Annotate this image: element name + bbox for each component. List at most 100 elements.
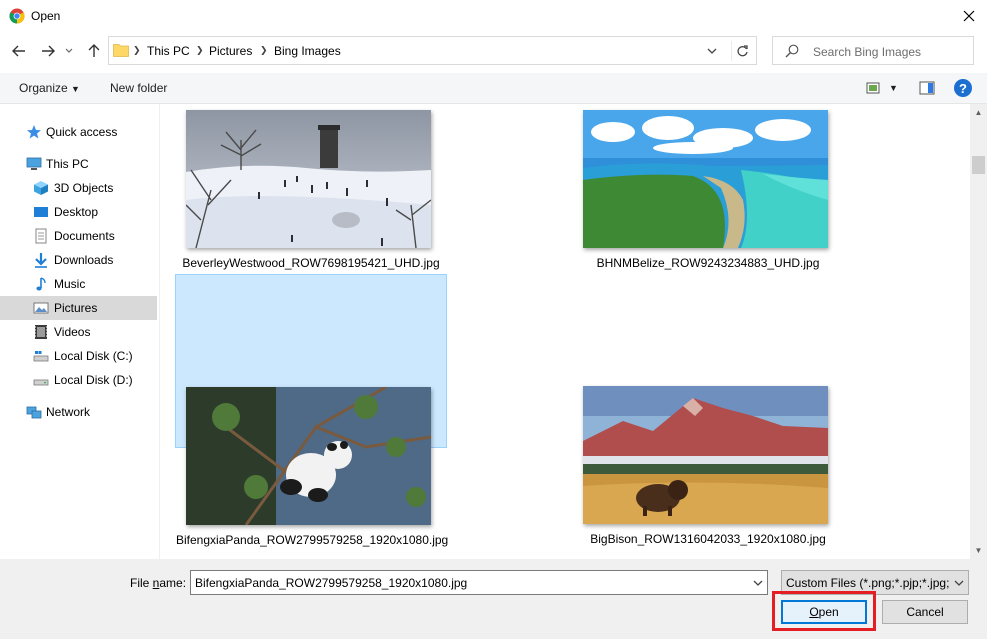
dialog-footer: File name: BifengxiaPanda_ROW2799579258_… (0, 559, 987, 639)
sidebar-item-label: Local Disk (C:) (54, 349, 133, 363)
pictures-icon (33, 302, 49, 314)
file-name: BifengxiaPanda_ROW2799579258_1920x1080.j… (176, 533, 449, 547)
sidebar-item-quick-access[interactable]: Quick access (0, 120, 157, 144)
file-name: BeverleyWestwood_ROW7698195421_UHD.jpg (182, 256, 440, 270)
file-thumbnail (583, 386, 828, 524)
chrome-logo-icon (9, 8, 25, 24)
chevron-down-icon (707, 48, 717, 54)
cancel-button[interactable]: Cancel (882, 600, 968, 624)
command-toolbar: Organize ▼ New folder ▼ ? (0, 73, 987, 104)
arrow-up-icon (88, 44, 100, 57)
title-bar: Open (0, 0, 987, 32)
up-button[interactable] (84, 41, 104, 61)
star-icon (27, 125, 41, 139)
sidebar-item-label: Documents (54, 229, 115, 243)
search-placeholder: Search Bing Images (813, 45, 922, 59)
arrow-right-icon (42, 45, 55, 57)
file-name-dropdown-button[interactable] (749, 571, 767, 594)
file-list: BeverleyWestwood_ROW7698195421_UHD.jpg B… (161, 104, 970, 559)
sidebar-item-3d-objects[interactable]: 3D Objects (0, 176, 157, 200)
breadcrumb-bing-images[interactable]: Bing Images (274, 44, 341, 58)
address-history-button[interactable] (703, 43, 721, 59)
file-name-label: File name: (130, 576, 187, 590)
file-item-selected[interactable]: BifengxiaPanda_ROW2799579258_1920x1080.j… (175, 274, 448, 547)
file-name: BigBison_ROW1316042033_1920x1080.jpg (590, 532, 826, 546)
file-name-input[interactable]: BifengxiaPanda_ROW2799579258_1920x1080.j… (190, 570, 768, 595)
file-item[interactable]: BigBison_ROW1316042033_1920x1080.jpg (573, 274, 845, 546)
vertical-scrollbar[interactable]: ▲ ▼ (970, 104, 987, 559)
cube-icon (34, 181, 48, 195)
chevron-down-icon (954, 580, 964, 586)
file-thumbnail (186, 110, 431, 248)
file-type-value: Custom Files (*.png;*.pjp;*.jpg; (786, 576, 950, 590)
organize-button[interactable]: Organize ▼ (19, 81, 80, 95)
sidebar-item-local-disk-d[interactable]: Local Disk (D:) (0, 368, 157, 392)
sidebar-item-pictures[interactable]: Pictures (0, 296, 157, 320)
sidebar-item-network[interactable]: Network (0, 400, 157, 424)
file-type-dropdown-button[interactable] (950, 571, 968, 594)
open-button[interactable]: Open (781, 600, 867, 624)
music-icon (36, 277, 46, 291)
back-button[interactable] (9, 41, 29, 61)
caret-down-icon: ▼ (71, 84, 80, 94)
scroll-up-icon[interactable]: ▲ (970, 104, 987, 121)
sidebar-item-desktop[interactable]: Desktop (0, 200, 157, 224)
sidebar-item-music[interactable]: Music (0, 272, 157, 296)
chevron-down-icon (65, 48, 73, 53)
chevron-down-icon (753, 580, 763, 586)
drive-icon (33, 379, 49, 386)
sidebar-item-label: This PC (46, 157, 89, 171)
preview-pane-icon[interactable] (919, 81, 935, 95)
sidebar-item-label: Pictures (54, 301, 98, 315)
scroll-down-icon[interactable]: ▼ (970, 542, 987, 559)
folder-icon (113, 44, 129, 57)
close-button[interactable] (952, 3, 986, 29)
change-view-icon[interactable] (866, 81, 882, 95)
breadcrumb-separator: ❯ (260, 45, 268, 55)
breadcrumb-pictures[interactable]: Pictures (209, 44, 252, 58)
video-icon (35, 325, 47, 339)
sidebar-item-videos[interactable]: Videos (0, 320, 157, 344)
file-thumbnail (186, 387, 431, 525)
sidebar-item-label: 3D Objects (54, 181, 114, 195)
desktop-icon (34, 207, 48, 217)
scrollbar-thumb[interactable] (972, 156, 985, 174)
refresh-button[interactable] (731, 41, 753, 61)
sidebar-item-label: Desktop (54, 205, 99, 219)
refresh-icon (737, 44, 748, 56)
sidebar-item-label: Downloads (54, 253, 114, 267)
sidebar-item-local-disk-c[interactable]: Local Disk (C:) (0, 344, 157, 368)
sidebar-item-label: Network (46, 405, 91, 419)
file-thumbnail (583, 110, 828, 248)
file-item[interactable]: BeverleyWestwood_ROW7698195421_UHD.jpg (176, 104, 448, 278)
breadcrumb-this-pc[interactable]: This PC (147, 44, 190, 58)
arrow-left-icon (12, 45, 25, 57)
sidebar-item-label: Videos (54, 325, 91, 339)
address-bar[interactable]: ❯ This PC ❯ Pictures ❯ Bing Images (108, 36, 757, 65)
sidebar-item-label: Music (54, 277, 86, 291)
help-icon[interactable]: ? (954, 79, 972, 97)
new-folder-button[interactable]: New folder (110, 81, 167, 95)
sidebar-item-this-pc[interactable]: This PC (0, 152, 157, 176)
document-icon (35, 228, 47, 244)
sidebar-item-label: Local Disk (D:) (54, 373, 133, 387)
search-input[interactable]: Search Bing Images (772, 36, 974, 65)
organize-label: Organize (19, 81, 68, 95)
file-name: BHNMBelize_ROW9243234883_UHD.jpg (596, 256, 820, 270)
breadcrumb-separator: ❯ (133, 45, 141, 55)
view-options-caret[interactable]: ▼ (889, 83, 898, 93)
drive-icon (33, 351, 49, 362)
navigation-pane: Quick access This PC 3D Objects Desktop … (0, 104, 160, 559)
window-title: Open (31, 9, 61, 23)
download-icon (35, 253, 47, 268)
close-icon (963, 10, 975, 22)
recent-locations-button[interactable] (62, 41, 76, 61)
sidebar-item-label: Quick access (46, 125, 118, 139)
forward-button[interactable] (38, 41, 58, 61)
file-item[interactable]: BHNMBelize_ROW9243234883_UHD.jpg (573, 104, 845, 278)
search-icon (785, 44, 799, 58)
sidebar-item-downloads[interactable]: Downloads (0, 248, 157, 272)
navigation-bar: ❯ This PC ❯ Pictures ❯ Bing Images Searc… (0, 32, 987, 70)
computer-icon (26, 157, 42, 170)
sidebar-item-documents[interactable]: Documents (0, 224, 157, 248)
